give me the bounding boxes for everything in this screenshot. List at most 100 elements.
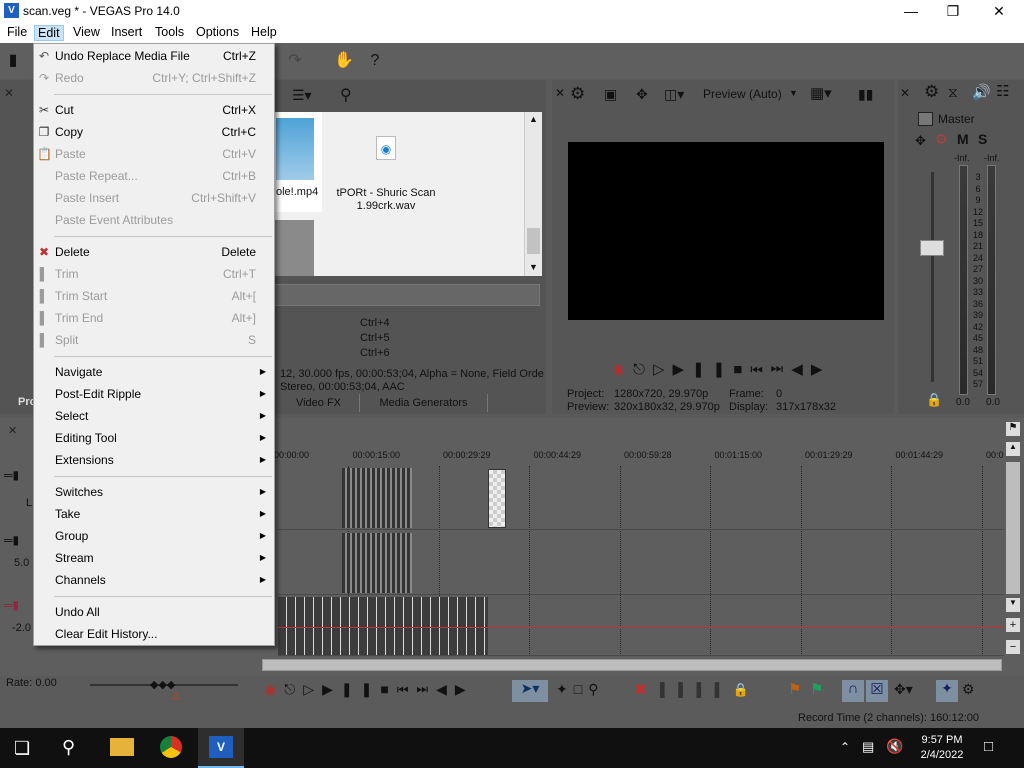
solo-button[interactable]: S	[978, 131, 987, 147]
menu-item-channels[interactable]: Channels ▶	[34, 569, 274, 591]
external-monitor-icon[interactable]: ▣	[604, 86, 617, 103]
menu-item-paste-repeat[interactable]: Paste Repeat... Ctrl+B	[34, 165, 274, 187]
go-to-start-icon[interactable]: ⏮	[397, 681, 417, 697]
menu-item-post-edit-ripple[interactable]: Post-Edit Ripple ▶	[34, 383, 274, 405]
prev-frame-icon[interactable]: ◀	[436, 681, 455, 697]
notifications-icon[interactable]: □	[984, 738, 993, 755]
pause-icon[interactable]: ❚❚	[341, 681, 380, 697]
maximize-icon[interactable]: ❐	[930, 0, 976, 22]
panel-close-icon[interactable]: ✕	[900, 86, 910, 100]
next-frame-icon[interactable]: ▶	[455, 681, 474, 697]
lock-envelopes-icon[interactable]: ✦	[936, 680, 958, 702]
menu-item-take[interactable]: Take ▶	[34, 503, 274, 525]
preview-quality-dropdown[interactable]: Preview (Auto)	[703, 87, 782, 101]
file-path-field[interactable]	[272, 284, 540, 306]
menu-item-select[interactable]: Select ▶	[34, 405, 274, 427]
fx-icon[interactable]: ⚙	[935, 131, 948, 148]
trim-end-icon[interactable]: ▌	[696, 682, 714, 697]
menu-item-group[interactable]: Group ▶	[34, 525, 274, 547]
chrome-icon[interactable]	[160, 736, 182, 758]
prev-frame-icon[interactable]: ◀	[791, 361, 811, 378]
audio-file-icon[interactable]: ◉	[376, 136, 396, 160]
network-icon[interactable]: ▤	[862, 739, 874, 755]
volume-envelope-line[interactable]	[278, 627, 1004, 628]
pan-icon[interactable]: ✥	[915, 133, 926, 149]
normal-edit-tool-icon[interactable]: ➤▾	[512, 680, 548, 702]
time-ruler[interactable]: 00:00:00 00:00:15:00 00:00:29:29 00:00:44:2…	[274, 450, 1004, 656]
zoom-tool-icon[interactable]: ⚲	[588, 681, 604, 697]
menu-item-editing-tool[interactable]: Editing Tool ▶	[34, 427, 274, 449]
loop-icon[interactable]: ⎋	[633, 361, 653, 378]
track-collapse-icon[interactable]: ═▮	[4, 598, 26, 618]
transparent-event-clip[interactable]	[488, 469, 506, 528]
panel-close-icon[interactable]: ✕	[8, 424, 17, 437]
menu-item-undo-all[interactable]: Undo All	[34, 601, 274, 623]
selection-tool-icon[interactable]: □	[574, 681, 588, 697]
region-insert-icon[interactable]: ⚑	[810, 680, 823, 698]
show-hidden-icons-icon[interactable]: ⌃	[840, 740, 850, 754]
scroll-thumb[interactable]	[527, 228, 540, 254]
windows-start-icon[interactable]: ❏	[14, 738, 30, 759]
cursor-tool-icon[interactable]: ✋	[334, 52, 354, 70]
media-list-scrollbar[interactable]: ▲ ▼	[524, 112, 542, 276]
tab-media-generators[interactable]: Media Generators	[360, 394, 488, 412]
menu-item-paste-insert[interactable]: Paste Insert Ctrl+Shift+V	[34, 187, 274, 209]
lock-icon[interactable]: 🔒	[926, 392, 942, 408]
auto-crossfade-icon[interactable]: ☒	[866, 680, 888, 702]
envelope-tool-icon[interactable]: ✦	[556, 681, 574, 697]
menu-item-undo[interactable]: ↶ Undo Replace Media File Ctrl+Z	[34, 45, 274, 67]
search-icon[interactable]: ⚲	[62, 737, 75, 758]
gear-icon[interactable]: ⚙	[570, 84, 585, 104]
stop-icon[interactable]: ■	[733, 361, 750, 378]
scroll-down-icon[interactable]: ▼	[529, 262, 538, 272]
menu-item-trim-start[interactable]: ▌ Trim Start Alt+[	[34, 285, 274, 307]
copy-snapshot-icon[interactable]: ▮▮	[858, 86, 873, 103]
trim-start-icon[interactable]: ▌	[678, 682, 696, 697]
audio-waveform-clip[interactable]	[278, 597, 488, 655]
loop-icon[interactable]: ⎋	[284, 681, 303, 697]
menu-item-extensions[interactable]: Extensions ▶	[34, 449, 274, 471]
zoom-out-icon[interactable]: −	[1006, 640, 1020, 654]
go-to-end-icon[interactable]: ⏭	[416, 681, 436, 697]
next-frame-icon[interactable]: ▶	[811, 361, 831, 378]
scroll-up-icon[interactable]: ▲	[1006, 442, 1020, 456]
play-from-start-icon[interactable]: ▷	[303, 681, 322, 697]
zoom-in-icon[interactable]: +	[1006, 618, 1020, 632]
marker-icon[interactable]: ⚑	[1006, 422, 1020, 436]
overlay-icon[interactable]: ◫▾	[664, 86, 684, 103]
vegas-taskbar-button[interactable]: V	[198, 728, 244, 768]
go-to-end-icon[interactable]: ⏭	[771, 361, 792, 378]
menu-help[interactable]: Help	[248, 25, 280, 41]
horizontal-scrollbar[interactable]	[262, 659, 1002, 671]
menu-view[interactable]: View	[70, 25, 103, 41]
taskbar-clock[interactable]: 9:57 PM 2/4/2022	[912, 733, 972, 763]
stop-icon[interactable]: ■	[380, 681, 396, 697]
play-icon[interactable]: ▶	[673, 361, 693, 378]
track-collapse-icon[interactable]: ═▮	[4, 533, 26, 553]
timeline-scrollbar[interactable]	[1006, 462, 1020, 594]
marker-insert-icon[interactable]: ⚑	[788, 680, 801, 698]
menu-item-split[interactable]: ▌ Split S	[34, 329, 274, 351]
view-list-icon[interactable]: ☰▾	[292, 87, 318, 105]
ignore-grouping-icon[interactable]: ⚙	[962, 681, 975, 698]
speaker-icon[interactable]: 🔊	[972, 83, 991, 101]
menu-item-navigate[interactable]: Navigate ▶	[34, 361, 274, 383]
menu-options[interactable]: Options	[193, 25, 242, 41]
lock-icon[interactable]: 🔒	[733, 682, 758, 697]
go-to-start-icon[interactable]: ⏮	[750, 361, 771, 378]
chevron-down-icon[interactable]: ▼	[789, 88, 798, 98]
volume-fader-knob[interactable]	[920, 240, 944, 256]
close-icon[interactable]: ✕	[976, 0, 1022, 22]
grid-icon[interactable]: ▦▾	[810, 84, 832, 102]
scroll-down-icon[interactable]: ▼	[1006, 598, 1020, 612]
menu-tools[interactable]: Tools	[152, 25, 187, 41]
delete-icon[interactable]: ✖	[634, 680, 647, 700]
play-icon[interactable]: ▶	[322, 681, 341, 697]
track-collapse-icon[interactable]: ═▮	[4, 468, 26, 488]
menu-item-delete[interactable]: ✖ Delete Delete	[34, 241, 274, 263]
menu-item-redo[interactable]: ↷ Redo Ctrl+Y; Ctrl+Shift+Z	[34, 67, 274, 89]
audio-event-clip[interactable]	[342, 533, 412, 593]
gear-icon[interactable]: ⚙	[924, 82, 939, 102]
pause-icon[interactable]: ❚❚	[692, 361, 733, 378]
volume-fader-track[interactable]	[931, 172, 934, 382]
